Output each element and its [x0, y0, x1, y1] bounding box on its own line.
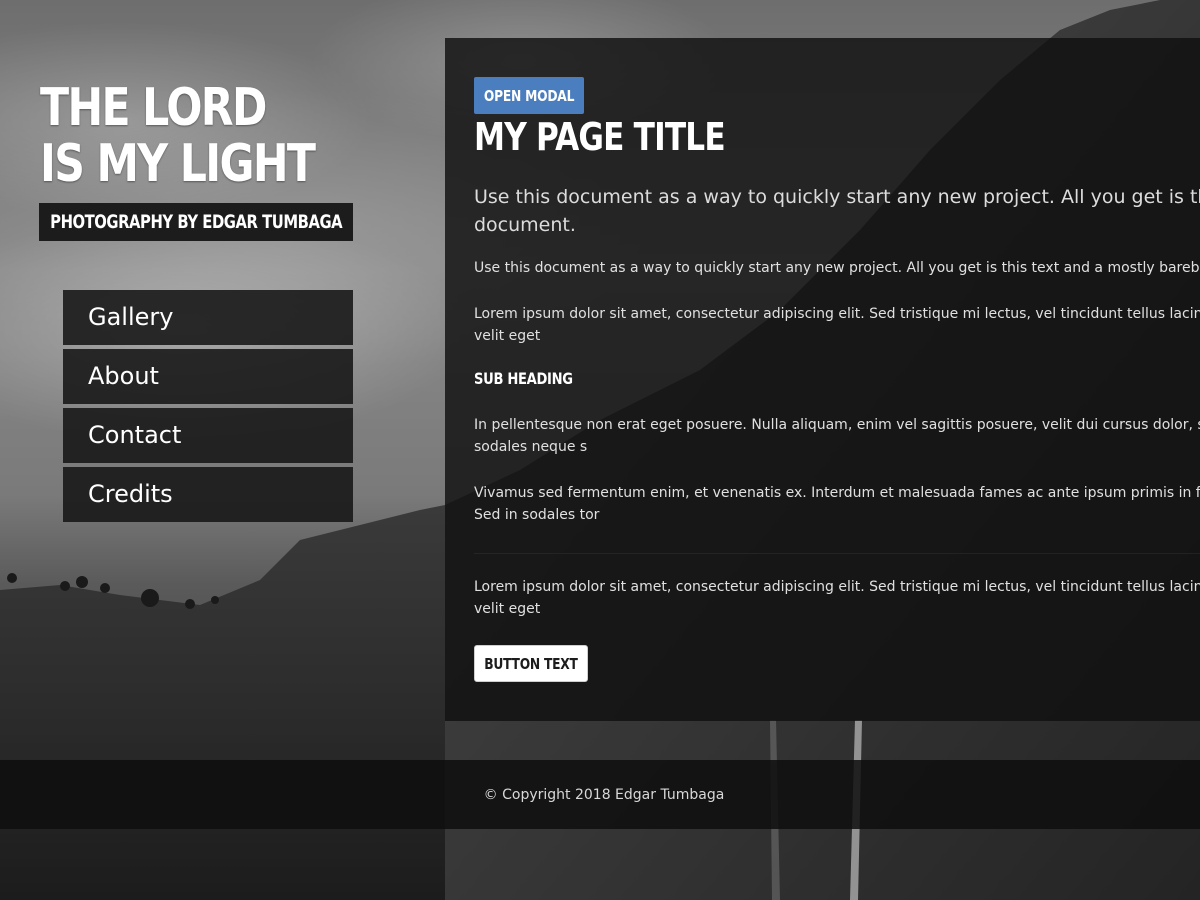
footer: © Copyright 2018 Edgar Tumbaga [0, 760, 1200, 829]
page-title: MY PAGE TITLE [474, 115, 726, 159]
button-text-button[interactable]: BUTTON TEXT [474, 645, 588, 682]
paragraph-5: Lorem ipsum dolor sit amet, consectetur … [474, 576, 1200, 620]
sub-heading: SUB HEADING [474, 369, 573, 388]
open-modal-button[interactable]: OPEN MODAL [474, 77, 584, 114]
paragraph-2-line-1: Lorem ipsum dolor sit amet, consectetur … [474, 306, 1200, 322]
paragraph-3-line-1: In pellentesque non erat eget posuere. N… [474, 417, 1200, 433]
paragraph-5-line-1: Lorem ipsum dolor sit amet, consectetur … [474, 579, 1200, 595]
content-panel: OPEN MODAL MY PAGE TITLE Use this docume… [445, 38, 1200, 721]
site-subtitle: PHOTOGRAPHY BY EDGAR TUMBAGA [50, 211, 342, 233]
copyright-label: Copyright 2018 Edgar Tumbaga [502, 786, 725, 803]
copyright-text: © Copyright 2018 Edgar Tumbaga [484, 787, 725, 803]
button-text-label: BUTTON TEXT [484, 654, 578, 673]
lead-line-2: document. [474, 214, 576, 236]
paragraph-2-line-2: velit eget [474, 328, 541, 344]
nav-item-about[interactable]: About [63, 349, 353, 404]
copyright-icon: © [483, 786, 498, 803]
paragraph-2: Lorem ipsum dolor sit amet, consectetur … [474, 303, 1200, 347]
paragraph-4-line-1: Vivamus sed fermentum enim, et venenatis… [474, 485, 1200, 501]
nav-item-credits[interactable]: Credits [63, 467, 353, 522]
site-title-line1: THE LORD [40, 78, 267, 138]
paragraph-3: In pellentesque non erat eget posuere. N… [474, 414, 1200, 458]
open-modal-label: OPEN MODAL [483, 86, 575, 105]
paragraph-3-line-2: sodales neque s [474, 439, 588, 455]
paragraph-1-line-1: Use this document as a way to quickly st… [474, 260, 1200, 276]
nav-item-contact[interactable]: Contact [63, 408, 353, 463]
paragraph-4-line-2: Sed in sodales tor [474, 507, 600, 523]
site-subtitle-banner: PHOTOGRAPHY BY EDGAR TUMBAGA [39, 203, 353, 241]
lead-line-1: Use this document as a way to quickly st… [474, 186, 1200, 208]
paragraph-1: Use this document as a way to quickly st… [474, 257, 1200, 279]
paragraph-4: Vivamus sed fermentum enim, et venenatis… [474, 482, 1200, 526]
main-nav: Gallery About Contact Credits [63, 290, 353, 526]
site-title: THE LORD IS MY LIGHT [40, 78, 316, 194]
nav-item-gallery[interactable]: Gallery [63, 290, 353, 345]
content-divider [474, 553, 1200, 554]
lead-paragraph: Use this document as a way to quickly st… [474, 183, 1200, 239]
paragraph-5-line-2: velit eget [474, 601, 541, 617]
site-title-line2: IS MY LIGHT [40, 134, 316, 194]
